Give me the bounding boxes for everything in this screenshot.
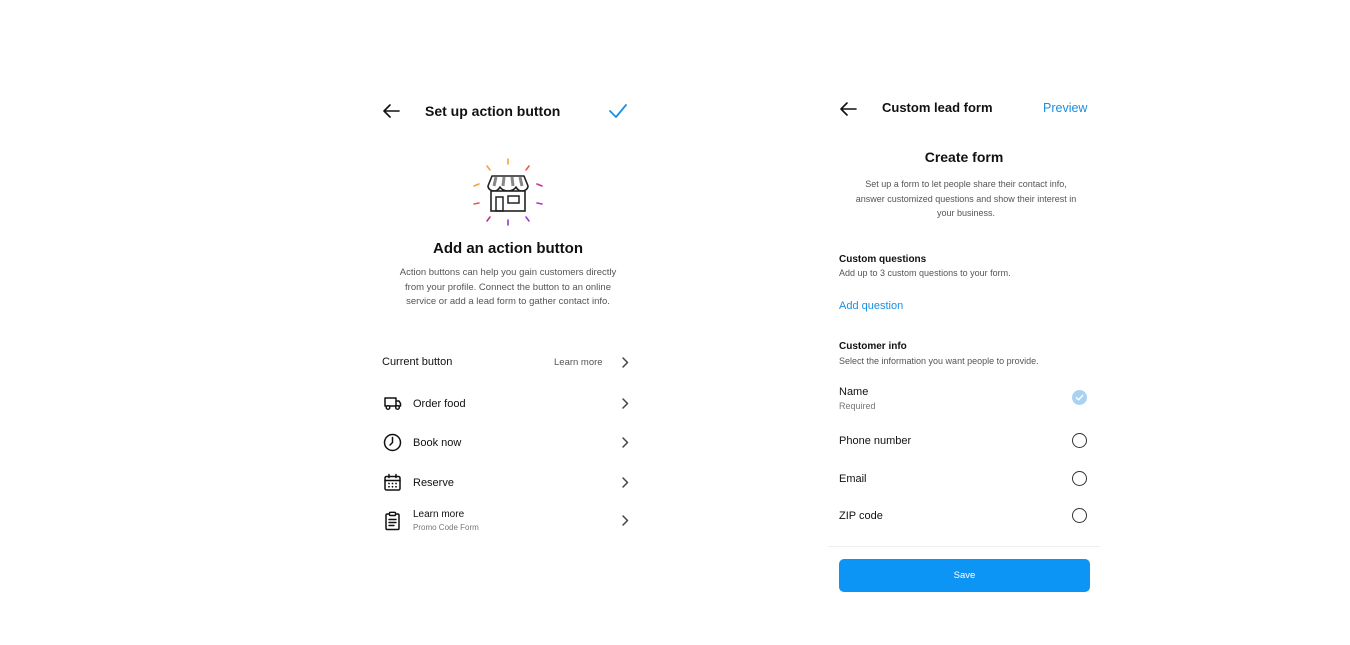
section-heading: Add an action button: [433, 240, 583, 257]
form-heading: Create form: [924, 149, 1004, 165]
confirm-check-icon[interactable]: [608, 101, 628, 121]
chevron-right-icon[interactable]: [620, 476, 630, 489]
description-text: Action buttons can help you gain custome…: [399, 267, 617, 307]
customer-info-subtitle: Select the information you want people t…: [839, 356, 1039, 366]
back-arrow-icon[interactable]: [838, 99, 858, 119]
storefront-icon: [470, 154, 546, 230]
setup-action-button-screen: Set up action button Add an action butto…: [370, 0, 640, 645]
field-sublabel: Required: [839, 401, 876, 411]
page-title: Custom lead form: [882, 100, 993, 115]
field-label: ZIP code: [839, 510, 883, 522]
option-label: Reserve: [413, 477, 454, 489]
clock-icon: [383, 433, 402, 452]
radio-unchecked-icon[interactable]: [1072, 471, 1087, 486]
option-label: Learn more: [413, 509, 465, 520]
add-question-link[interactable]: Add question: [839, 300, 903, 312]
field-label: Phone number: [839, 435, 912, 447]
chevron-right-icon[interactable]: [620, 356, 630, 369]
save-button[interactable]: Save: [839, 559, 1090, 592]
truck-icon: [383, 395, 402, 412]
option-label: Book now: [413, 437, 462, 449]
chevron-right-icon[interactable]: [620, 397, 630, 410]
current-button-label: Current button: [382, 356, 453, 368]
field-label: Email: [839, 473, 867, 485]
preview-button[interactable]: Preview: [1043, 101, 1087, 115]
option-label: Order food: [413, 398, 466, 410]
radio-unchecked-icon[interactable]: [1072, 508, 1087, 523]
radio-checked-icon[interactable]: [1072, 390, 1087, 405]
back-arrow-icon[interactable]: [381, 101, 401, 121]
custom-lead-form-screen: Custom lead form Preview Create form Set…: [828, 0, 1100, 645]
customer-info-title: Customer info: [839, 341, 907, 352]
custom-questions-title: Custom questions: [839, 254, 927, 265]
radio-unchecked-icon[interactable]: [1072, 433, 1087, 448]
clipboard-icon: [383, 511, 402, 531]
chevron-right-icon[interactable]: [620, 514, 630, 527]
divider: [828, 546, 1100, 547]
custom-questions-subtitle: Add up to 3 custom questions to your for…: [839, 268, 1011, 278]
current-button-value[interactable]: Learn more: [554, 357, 603, 368]
form-description: Set up a form to let people share their …: [855, 179, 1077, 218]
field-label: Name: [839, 386, 869, 398]
option-sublabel: Promo Code Form: [413, 523, 479, 532]
page-title: Set up action button: [425, 103, 561, 119]
chevron-right-icon[interactable]: [620, 436, 630, 449]
calendar-icon: [383, 473, 402, 492]
